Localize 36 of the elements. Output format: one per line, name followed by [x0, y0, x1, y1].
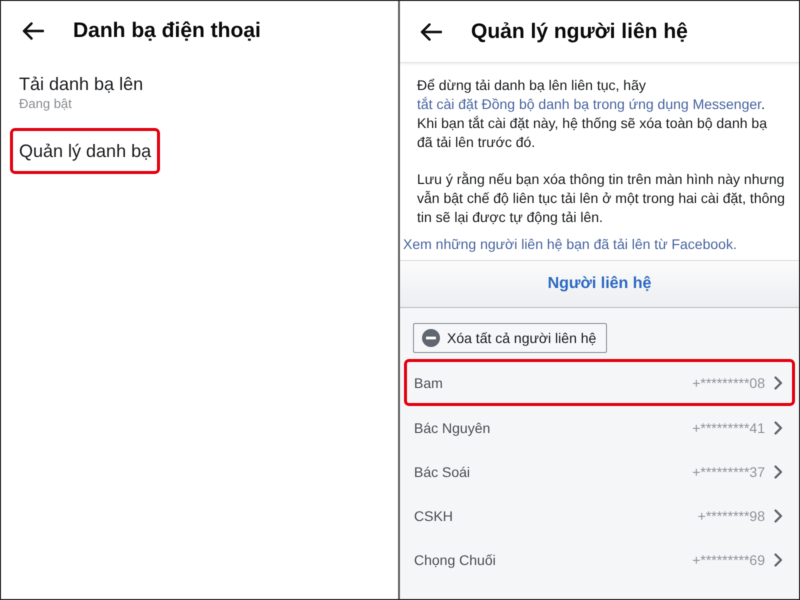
contact-phone: +********98 — [698, 508, 765, 524]
info-paragraph: Lưu ý rằng nếu bạn xóa thông tin trên màn hình này nhưng vẫn bật chế độ liên tục tải lên ở một trong hai cài đặt, thông tin sẽ lại được tự động tải lên. — [417, 170, 785, 227]
contact-name: Bác Soái — [414, 464, 472, 480]
uploaded-contacts-link[interactable]: Xem những người liên hệ bạn đã tải lên từ Facebook. — [403, 235, 737, 254]
item-title: Quản lý danh bạ — [19, 140, 152, 162]
contact-name: Bam — [414, 374, 444, 390]
chevron-right-icon — [774, 376, 783, 390]
contact-phone: +*********69 — [692, 552, 765, 568]
contact-row[interactable]: CSKH +********98 — [404, 494, 795, 538]
settings-item[interactable]: Quản lý danh bạ — [10, 128, 160, 174]
back-arrow-icon[interactable] — [420, 22, 442, 40]
contact-phone: +*********37 — [692, 464, 765, 480]
contact-phone: +*********41 — [692, 420, 765, 436]
chevron-right-icon — [774, 465, 783, 479]
contact-row[interactable]: Bam +*********08 — [404, 359, 795, 406]
screen-title: Danh bạ điện thoại — [73, 19, 261, 43]
settings-item[interactable]: Tải danh bạ lên Đang bật — [10, 61, 152, 124]
item-title: Tải danh bạ lên — [19, 73, 144, 95]
contact-name: Bác Nguyên — [414, 420, 492, 436]
contact-row[interactable]: Bác Nguyên +*********41 — [404, 406, 795, 450]
chevron-right-icon — [774, 421, 783, 435]
info-paragraph: Để dừng tải danh bạ lên liên tục, hãy tắt cài đặt Đồng bộ danh bạ trong ứng dụng Messenger. Khi bạn tắt cài đặt này, hệ thống sẽ xóa toàn bộ danh bạ đã tải lên trước đó. — [417, 76, 768, 152]
screen-title: Quản lý người liên hệ — [471, 20, 688, 44]
minus-circle-icon — [422, 329, 440, 347]
contact-name: Chọng Chuối — [414, 552, 497, 568]
section-title: Người liên hệ — [548, 275, 652, 293]
delete-all-button[interactable]: Xóa tất cả người liên hệ — [413, 323, 608, 353]
contact-row[interactable]: Chọng Chuối +*********69 — [404, 538, 795, 582]
contact-row[interactable]: Bác Soái +*********37 — [404, 450, 795, 494]
contact-phone: +*********08 — [692, 374, 765, 390]
contact-name: CSKH — [414, 508, 454, 524]
back-arrow-icon[interactable] — [22, 22, 44, 40]
item-subtitle: Đang bật — [19, 95, 73, 112]
chevron-right-icon — [774, 553, 783, 567]
settings-link[interactable]: tắt cài đặt Đồng bộ danh bạ trong ứng dụng Messenger — [417, 96, 762, 112]
chevron-right-icon — [774, 509, 783, 523]
